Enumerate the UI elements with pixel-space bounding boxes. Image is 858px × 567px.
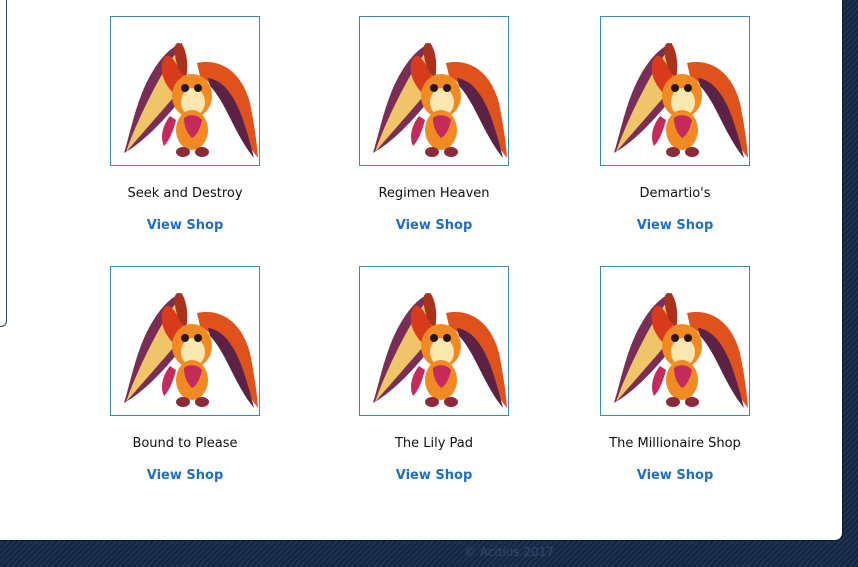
shop-thumbnail[interactable]	[110, 266, 260, 416]
pet-creature-icon	[373, 43, 507, 158]
shop-thumbnail[interactable]	[359, 266, 509, 416]
view-shop-link[interactable]: View Shop	[147, 218, 224, 234]
shop-thumbnail[interactable]	[110, 16, 260, 166]
shop-card: The Lily Pad View Shop	[334, 266, 534, 484]
view-shop-link[interactable]: View Shop	[637, 468, 714, 484]
shop-card: Seek and Destroy View Shop	[85, 16, 285, 234]
shop-card: The Millionaire Shop View Shop	[575, 266, 775, 484]
shop-thumbnail[interactable]	[359, 16, 509, 166]
shop-card: Bound to Please View Shop	[85, 266, 285, 484]
pet-creature-icon	[373, 293, 507, 408]
shop-name: Bound to Please	[132, 436, 238, 451]
shop-name: The Lily Pad	[394, 436, 474, 451]
pet-creature-icon	[614, 43, 748, 158]
shop-card: Regimen Heaven View Shop	[334, 16, 534, 234]
sidebar-frame-edge	[0, 0, 7, 327]
shop-name: Demartio's	[639, 186, 711, 201]
footer-copyright: © Acitius 2017	[464, 545, 554, 559]
pet-creature-icon	[124, 293, 258, 408]
pet-creature-icon	[614, 293, 748, 408]
shop-card: Demartio's View Shop	[575, 16, 775, 234]
view-shop-link[interactable]: View Shop	[396, 468, 473, 484]
view-shop-link[interactable]: View Shop	[147, 468, 224, 484]
shop-name: The Millionaire Shop	[609, 436, 741, 451]
content-panel: Seek and Destroy View Shop Regimen Heave…	[0, 0, 843, 541]
shop-name: Seek and Destroy	[127, 186, 243, 201]
pet-creature-icon	[124, 43, 258, 158]
view-shop-link[interactable]: View Shop	[396, 218, 473, 234]
shop-thumbnail[interactable]	[600, 16, 750, 166]
shop-name: Regimen Heaven	[378, 186, 490, 201]
view-shop-link[interactable]: View Shop	[637, 218, 714, 234]
shop-thumbnail[interactable]	[600, 266, 750, 416]
